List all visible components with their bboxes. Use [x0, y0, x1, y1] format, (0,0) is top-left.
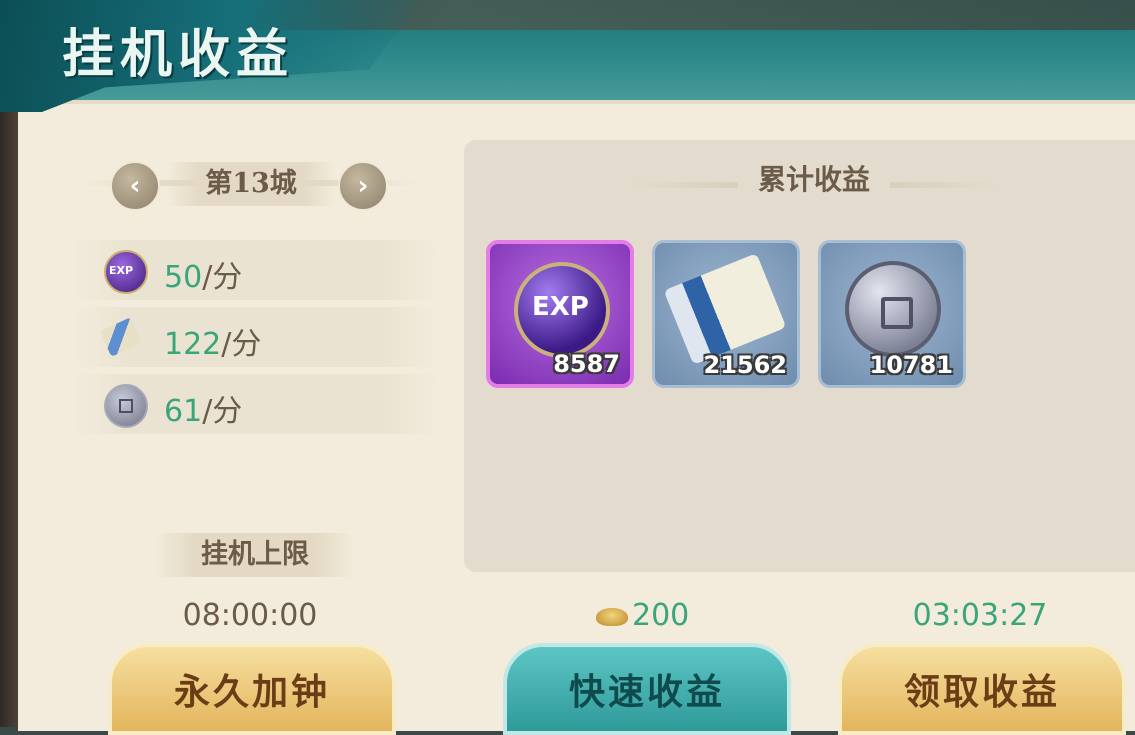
claim-income-button[interactable]: 领取收益 — [838, 643, 1126, 735]
reward-item-exp[interactable]: 8587 — [486, 240, 634, 388]
exp-orb-icon — [104, 250, 148, 294]
rate-row-scroll: 122/分 — [72, 307, 440, 367]
chevron-left-icon: ‹ — [129, 171, 141, 201]
reward-item-coin[interactable]: 10781 — [818, 240, 966, 388]
quick-income-button[interactable]: 快速收益 — [503, 643, 791, 735]
coin-icon — [104, 384, 148, 428]
scroll-icon — [99, 317, 143, 357]
rate-row-exp: 50/分 — [72, 240, 440, 300]
quick-income-cost-value: 200 — [632, 598, 690, 633]
reward-count: 8587 — [553, 350, 620, 378]
rate-row-coin: 61/分 — [72, 374, 440, 434]
scroll-icon — [663, 253, 787, 365]
city-name: 第13城 — [166, 162, 336, 206]
chevron-right-icon: › — [357, 171, 369, 201]
reward-count: 10781 — [869, 351, 954, 379]
reward-item-scroll[interactable]: 21562 — [652, 240, 800, 388]
coin-icon — [845, 261, 941, 357]
idle-limit-label: 挂机上限 — [155, 533, 355, 577]
prev-city-button[interactable]: ‹ — [110, 161, 160, 211]
reward-count: 21562 — [703, 351, 788, 379]
rewards-header-label: 累计收益 — [737, 158, 890, 198]
rate-text: 50/分 — [164, 260, 243, 295]
city-selector: ‹ 第13城 › — [80, 158, 420, 211]
rate-text: 122/分 — [164, 327, 262, 362]
idle-limit-value: 08:00:00 — [182, 598, 318, 633]
quick-income-cost: 200 — [596, 598, 689, 633]
next-city-button[interactable]: › — [338, 161, 388, 211]
rewards-header: 累计收益 — [624, 158, 1004, 208]
accumulated-rewards-panel: 累计收益 8587 21562 10781 — [464, 140, 1135, 572]
exp-orb-icon — [514, 262, 610, 358]
page-title: 挂机收益 — [62, 24, 295, 85]
idle-limit-header: 挂机上限 — [100, 530, 420, 580]
rate-text: 61/分 — [164, 394, 243, 429]
extend-time-button[interactable]: 永久加钟 — [108, 643, 396, 735]
claim-timer: 03:03:27 — [912, 598, 1048, 633]
gold-ingot-icon — [596, 607, 628, 626]
